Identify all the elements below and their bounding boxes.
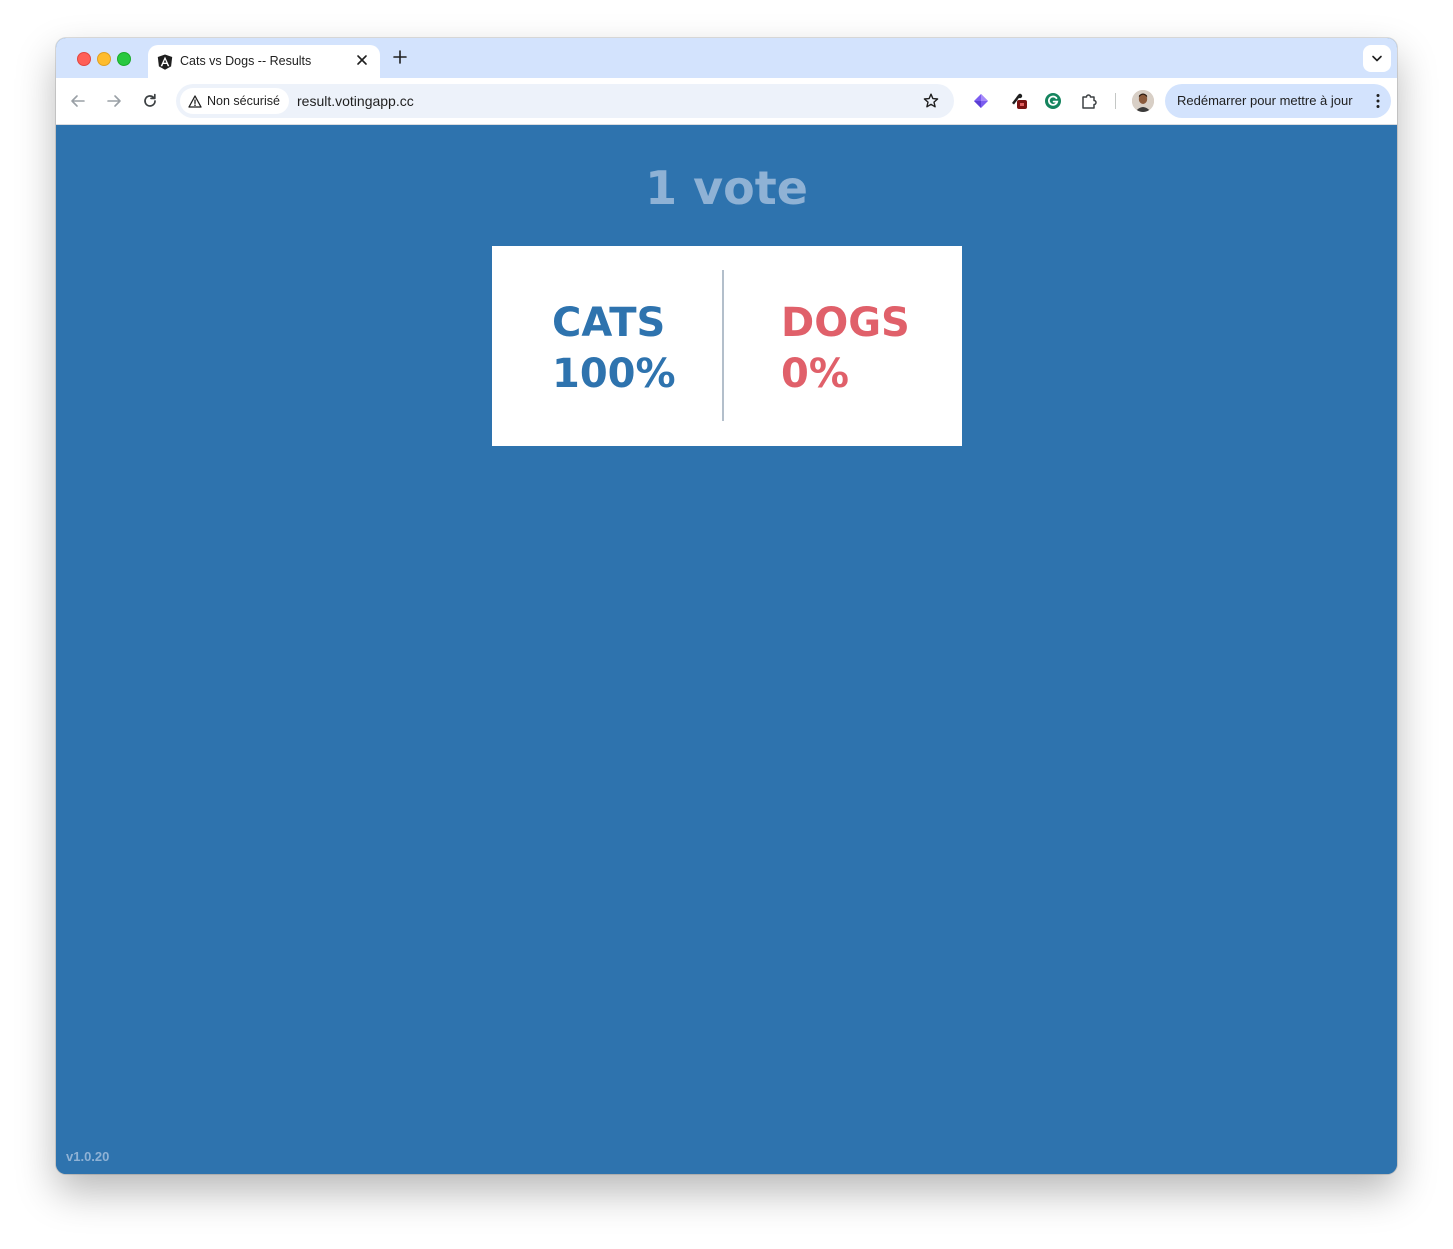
choice-percent-cats: 100% (552, 351, 676, 397)
minimize-window-button[interactable] (97, 52, 111, 66)
reload-icon[interactable] (139, 90, 161, 112)
toolbar-separator (1115, 93, 1116, 109)
choice-cats: CATS 100% (552, 298, 676, 400)
warning-icon (188, 94, 202, 108)
results-card: CATS 100% DOGS 0% (492, 246, 962, 446)
results-divider (722, 270, 724, 421)
chevron-down-icon (1372, 55, 1382, 62)
browser-window: Cats vs Dogs -- Results Non sécurisé res… (56, 38, 1397, 1174)
close-icon[interactable] (353, 51, 371, 69)
url-text[interactable]: result.votingapp.cc (297, 93, 414, 109)
profile-picture (1132, 90, 1154, 112)
maximize-window-button[interactable] (117, 52, 131, 66)
back-arrow-icon[interactable] (67, 90, 89, 112)
relaunch-button[interactable]: Redémarrer pour mettre à jour (1165, 84, 1391, 118)
choice-dogs: DOGS 0% (781, 298, 910, 400)
choice-percent-dogs: 0% (781, 351, 849, 397)
star-icon[interactable] (922, 92, 940, 110)
tab-search-button[interactable] (1363, 45, 1391, 72)
forward-arrow-icon[interactable] (103, 90, 125, 112)
avatar[interactable] (1132, 90, 1154, 112)
close-window-button[interactable] (77, 52, 91, 66)
dev-extension-icon[interactable] (1009, 91, 1029, 111)
grammarly-icon[interactable] (1043, 91, 1063, 111)
page-content: 1 vote CATS 100% DOGS 0% v1.0.20 (56, 125, 1397, 1174)
tab-results[interactable]: Cats vs Dogs -- Results (148, 45, 380, 78)
security-chip[interactable]: Non sécurisé (180, 88, 289, 114)
puzzle-icon[interactable] (1079, 91, 1099, 111)
relaunch-label: Redémarrer pour mettre à jour (1177, 93, 1353, 108)
more-vert-icon[interactable] (1375, 92, 1381, 110)
version-label: v1.0.20 (66, 1149, 110, 1164)
choice-name-dogs: DOGS (781, 300, 910, 346)
tab-title: Cats vs Dogs -- Results (180, 54, 312, 68)
gem-extension-icon[interactable] (971, 91, 991, 111)
angular-logo-icon (157, 54, 173, 70)
vote-count: 1 vote (645, 161, 808, 215)
choice-name-cats: CATS (552, 300, 666, 346)
plus-icon[interactable] (389, 46, 411, 68)
security-label: Non sécurisé (207, 94, 280, 108)
browser-toolbar: Non sécurisé result.votingapp.cc Redémar… (56, 78, 1397, 125)
address-bar[interactable]: Non sécurisé result.votingapp.cc (176, 84, 954, 118)
tab-strip: Cats vs Dogs -- Results (56, 38, 1397, 78)
